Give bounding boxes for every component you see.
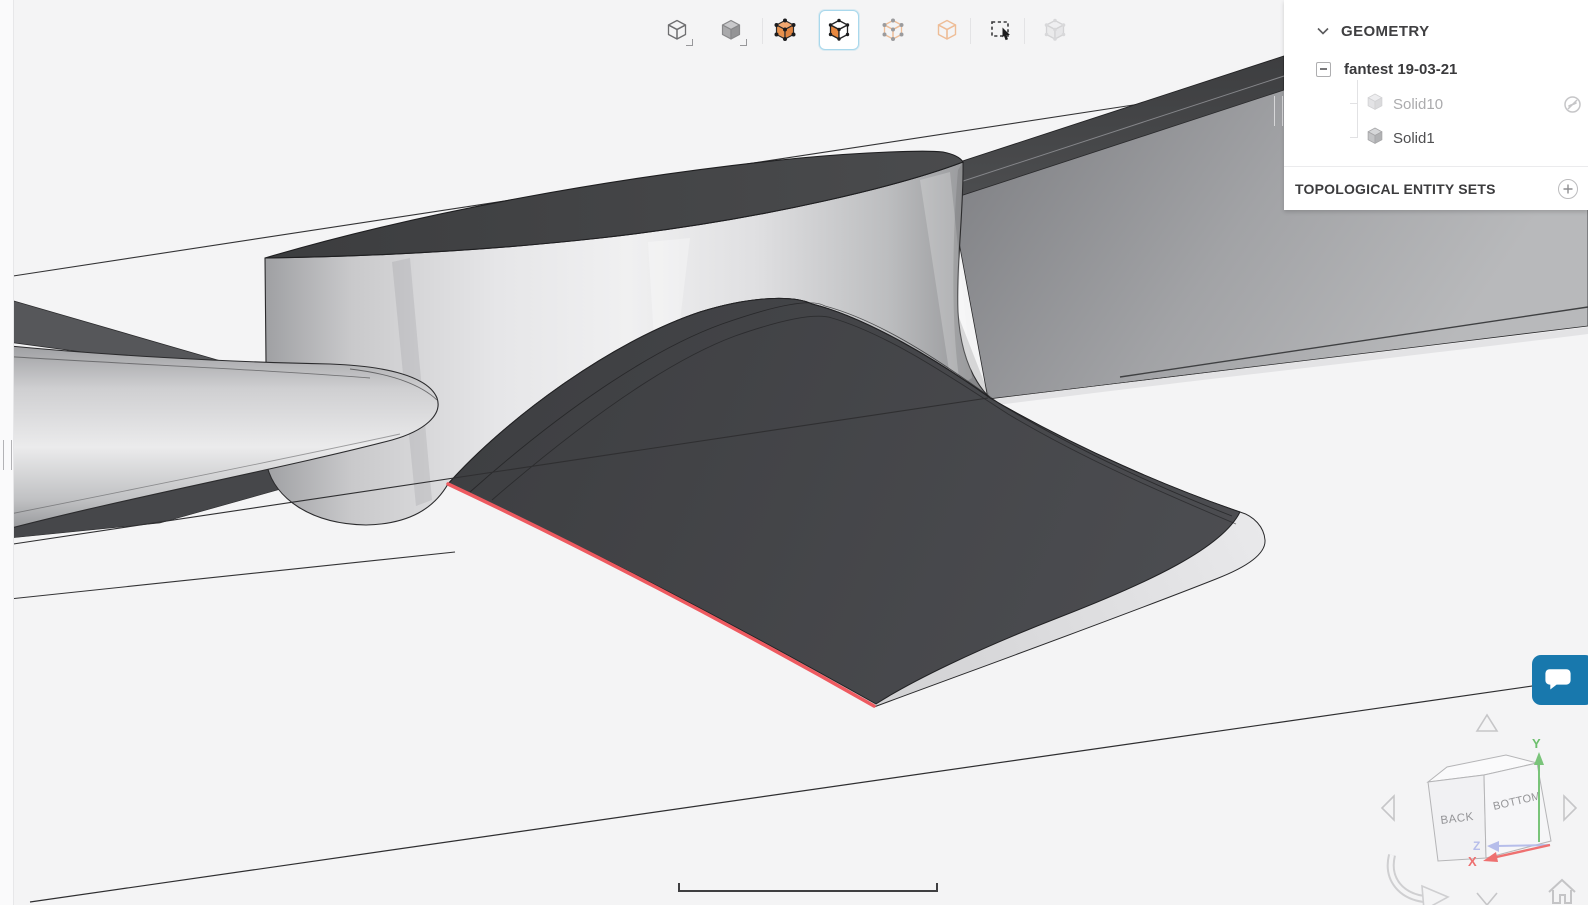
right-panel-drag-handle[interactable] <box>1274 96 1283 126</box>
dropdown-corner-icon <box>686 39 693 46</box>
selection-mode-toolbar <box>650 6 1082 54</box>
axis-label-y: Y <box>1532 736 1541 751</box>
visibility-off-icon[interactable] <box>1563 95 1582 119</box>
select-volume-button[interactable] <box>765 10 805 50</box>
dropdown-corner-icon <box>740 39 747 46</box>
toolbar-separator <box>1024 18 1025 44</box>
tree-item-solid10[interactable]: Solid10 <box>1284 91 1588 117</box>
select-assembly-icon <box>1042 17 1068 43</box>
left-panel-drag-handle[interactable] <box>3 440 12 470</box>
panel-divider <box>1284 166 1588 167</box>
select-vertex-button[interactable] <box>873 10 913 50</box>
topological-entity-sets-title: TOPOLOGICAL ENTITY SETS <box>1295 181 1496 197</box>
topological-entity-sets-header[interactable]: TOPOLOGICAL ENTITY SETS <box>1284 176 1588 202</box>
geometry-tree-root[interactable]: fantest 19-03-21 <box>1284 59 1457 79</box>
solid-cube-icon <box>1366 93 1384 116</box>
geometry-tree-root-label: fantest 19-03-21 <box>1344 60 1458 78</box>
cad-workbench: { "panel": { "geometry_header": "GEOMETR… <box>0 0 1588 905</box>
add-entity-set-button[interactable] <box>1558 179 1578 199</box>
axis-label-x: X <box>1468 854 1477 869</box>
toolbar-separator <box>762 18 763 44</box>
geometry-panel: GEOMETRY fantest 19-03-21 Solid10 Solid1… <box>1284 0 1588 210</box>
shaded-cube-button[interactable] <box>711 10 751 50</box>
support-chat-button[interactable] <box>1532 655 1588 705</box>
toolbar-separator <box>970 18 971 44</box>
select-face-button[interactable] <box>819 10 859 50</box>
geometry-section-title: GEOMETRY <box>1341 22 1430 40</box>
select-volume-icon <box>772 17 798 43</box>
axis-label-z: Z <box>1473 839 1480 853</box>
select-edge-button[interactable] <box>927 10 967 50</box>
select-edge-icon <box>934 17 960 43</box>
chat-bubble-icon <box>1544 666 1572 695</box>
box-select-button[interactable] <box>981 10 1021 50</box>
wireframe-cube-button[interactable] <box>657 10 697 50</box>
box-select-icon <box>988 17 1014 43</box>
chevron-down-icon <box>1317 22 1329 40</box>
tree-item-solid1[interactable]: Solid1 <box>1284 125 1588 151</box>
tree-item-label: Solid1 <box>1393 129 1435 147</box>
select-face-icon <box>826 17 852 43</box>
geometry-section-header[interactable]: GEOMETRY <box>1284 20 1429 42</box>
select-vertex-icon <box>880 17 906 43</box>
select-assembly-button[interactable] <box>1035 10 1075 50</box>
tree-item-label: Solid10 <box>1393 95 1444 113</box>
solid-cube-icon <box>1366 127 1384 150</box>
collapse-minus-icon[interactable] <box>1316 61 1331 77</box>
